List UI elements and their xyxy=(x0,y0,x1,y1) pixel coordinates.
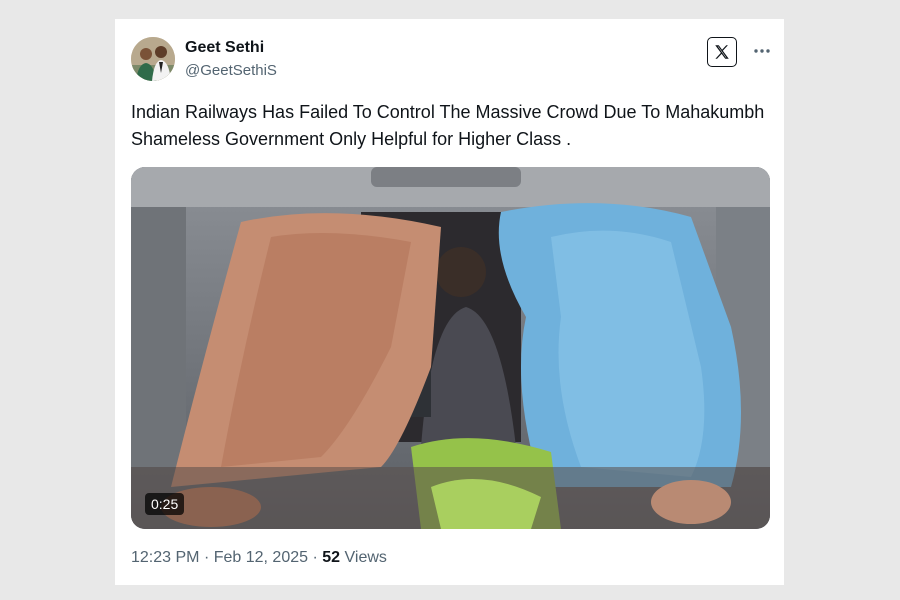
tweet-text: Indian Railways Has Failed To Control Th… xyxy=(131,102,765,149)
avatar[interactable] xyxy=(131,37,175,81)
tweet-meta: 12:23 PM · Feb 12, 2025 · 52 Views xyxy=(131,549,387,567)
tweet-date[interactable]: Feb 12, 2025 xyxy=(214,549,308,566)
author-name[interactable]: Geet Sethi xyxy=(185,39,264,57)
video-duration-badge: 0:25 xyxy=(145,493,185,515)
author-handle[interactable]: @GeetSethiS xyxy=(185,62,277,79)
views-count: 52 xyxy=(322,549,341,566)
separator: · xyxy=(312,549,318,566)
video-thumbnail xyxy=(131,167,770,529)
tweet-card: Geet Sethi @GeetSethiS Indian Railways H… xyxy=(115,19,784,585)
more-options-icon[interactable] xyxy=(751,41,773,61)
profile-photo xyxy=(131,37,175,81)
separator: · xyxy=(203,549,210,566)
views-label: Views xyxy=(344,549,387,566)
x-logo-icon[interactable] xyxy=(707,37,737,67)
video-player[interactable]: 0:25 xyxy=(131,167,770,529)
tweet-time[interactable]: 12:23 PM xyxy=(131,549,199,566)
